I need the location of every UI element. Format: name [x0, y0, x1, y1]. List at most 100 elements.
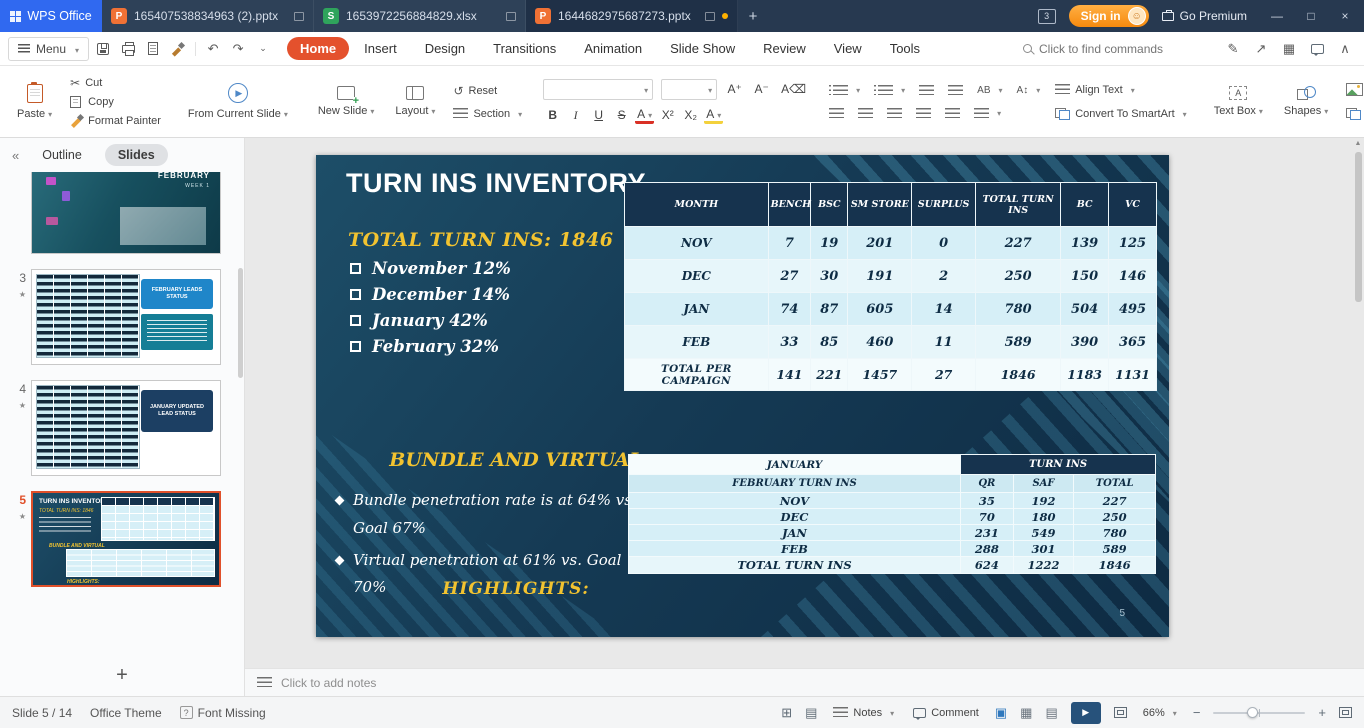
strikethrough-button[interactable]: S [612, 106, 631, 125]
ribbon-tab-animation[interactable]: Animation [571, 37, 655, 60]
distribute-button[interactable] [942, 106, 963, 120]
slide-sorter-view-button[interactable]: ▦ [1020, 705, 1032, 721]
sign-in-button[interactable]: Sign in ☺ [1069, 5, 1149, 27]
convert-to-smartart-button[interactable]: Convert To SmartArt [1052, 106, 1189, 121]
tab-outline[interactable]: Outline [29, 144, 95, 166]
zoom-in-button[interactable]: + [1318, 705, 1326, 720]
slide-5[interactable]: TURN INS INVENTORY TOTAL TURN INS: 1846 … [316, 155, 1169, 637]
ribbon-tab-insert[interactable]: Insert [351, 37, 410, 60]
clear-formatting-button[interactable]: A⌫ [779, 80, 808, 99]
font-size-select[interactable] [661, 79, 717, 100]
bold-button[interactable]: B [543, 106, 562, 125]
layout-button[interactable]: Layout [389, 83, 441, 120]
handout-view-icon[interactable]: ▤ [805, 705, 817, 721]
bundle-virtual-title[interactable]: BUNDLE AND VIRTUAL [366, 449, 666, 471]
total-turn-ins-text[interactable]: TOTAL TURN INS: 1846 [348, 229, 613, 251]
doc-tab[interactable]: S1653972256884829.xlsx [314, 0, 526, 32]
ribbon-tab-transitions[interactable]: Transitions [480, 37, 569, 60]
underline-button[interactable]: U [589, 106, 608, 125]
redo-button[interactable]: ↷ [227, 38, 249, 60]
task-panel-icon[interactable]: ⊞ [781, 705, 792, 721]
fit-to-window-button[interactable] [1339, 707, 1352, 718]
slide-thumbnail[interactable]: 4★ JANUARY UPDATED LEAD STATUS [8, 380, 234, 476]
zoom-level-button[interactable]: 66% [1140, 705, 1180, 720]
increase-indent-button[interactable] [945, 83, 966, 97]
ribbon-tab-home[interactable]: Home [287, 37, 349, 60]
text-box-button[interactable]: A Text Box [1208, 83, 1269, 120]
normal-view-button[interactable]: ▣ [995, 705, 1007, 721]
ribbon-tab-slide-show[interactable]: Slide Show [657, 37, 748, 60]
align-text-button[interactable]: Align Text [1052, 82, 1189, 97]
paste-button[interactable]: Paste [11, 81, 58, 123]
text-direction-button[interactable]: AB [974, 83, 1005, 98]
slide-canvas[interactable]: TURN INS INVENTORY TOTAL TURN INS: 1846 … [245, 138, 1364, 668]
save-button[interactable] [92, 38, 114, 60]
increase-font-size-button[interactable]: A⁺ [725, 80, 744, 99]
collapse-panel-button[interactable]: « [12, 148, 19, 163]
collapse-ribbon-button[interactable]: ∧ [1334, 38, 1356, 60]
wps-home-button[interactable]: WPS Office [0, 0, 102, 32]
print-preview-button[interactable] [142, 38, 164, 60]
font-missing-warning[interactable]: ? Font Missing [180, 706, 266, 720]
decrease-font-size-button[interactable]: A⁻ [752, 80, 771, 99]
slide-thumbnail[interactable]: 2 FEBRUARY WEEK 1 [8, 172, 234, 254]
zoom-out-button[interactable]: − [1193, 705, 1201, 720]
numbering-button[interactable] [871, 83, 908, 98]
ribbon-tab-tools[interactable]: Tools [877, 37, 933, 60]
share-icon[interactable]: ↗ [1250, 38, 1272, 60]
slideshow-play-button[interactable]: ▶ [1071, 702, 1101, 724]
comment-button[interactable]: Comment [910, 705, 982, 720]
zoom-slider-thumb[interactable] [1247, 707, 1258, 718]
copy-button[interactable]: Copy [67, 95, 164, 110]
from-current-slide-button[interactable]: ▶ From Current Slide [182, 80, 294, 123]
align-left-button[interactable] [826, 106, 847, 120]
format-brush-button[interactable] [167, 38, 189, 60]
decrease-indent-button[interactable] [916, 83, 937, 97]
go-premium-button[interactable]: Go Premium [1162, 9, 1247, 23]
text-highlight-button[interactable]: A [704, 107, 723, 124]
notes-toggle-button[interactable]: Notes [830, 705, 897, 720]
apps-grid-icon[interactable]: ▦ [1278, 38, 1300, 60]
minimize-button[interactable]: — [1260, 0, 1294, 32]
slide-thumbnail[interactable]: 5★ TURN INS INVENTORY TOTAL TURN INS: 18… [8, 491, 234, 587]
comment-panel-icon[interactable] [1306, 38, 1328, 60]
align-center-button[interactable] [855, 106, 876, 120]
line-spacing-button[interactable]: A↕ [1014, 83, 1044, 98]
reset-button[interactable]: ↺Reset [450, 82, 525, 99]
bullets-button[interactable] [826, 83, 863, 98]
zoom-slider[interactable] [1213, 712, 1305, 714]
ribbon-tab-view[interactable]: View [821, 37, 875, 60]
font-color-button[interactable]: A [635, 107, 654, 124]
picture-button[interactable]: Picture [1343, 82, 1364, 98]
fit-slide-icon[interactable] [1114, 707, 1127, 718]
new-document-tab-button[interactable]: + [738, 0, 768, 32]
align-right-button[interactable] [884, 106, 905, 120]
section-button[interactable]: Section [450, 106, 525, 121]
open-documents-icon[interactable]: 3 [1038, 9, 1056, 24]
ribbon-tab-design[interactable]: Design [412, 37, 478, 60]
new-slide-button[interactable]: New Slide [312, 83, 381, 120]
print-button[interactable] [117, 38, 139, 60]
tab-slides[interactable]: Slides [105, 144, 168, 166]
italic-button[interactable]: I [566, 106, 585, 125]
theme-name[interactable]: Office Theme [90, 706, 162, 720]
turn-ins-table-object[interactable]: JANUARYTURN INSFEBRUARY TURN INSQRSAFTOT… [628, 454, 1156, 574]
add-slide-button[interactable]: + [107, 660, 137, 690]
format-painter-button[interactable]: Format Painter [67, 113, 164, 129]
undo-button[interactable]: ↶ [202, 38, 224, 60]
slide-title[interactable]: TURN INS INVENTORY [346, 168, 646, 199]
doc-tab[interactable]: P1644682975687273.pptx [526, 0, 738, 32]
superscript-button[interactable]: X² [658, 106, 677, 125]
notes-bar[interactable]: Click to add notes [245, 668, 1364, 696]
ribbon-tab-review[interactable]: Review [750, 37, 819, 60]
shapes-button[interactable]: Shapes [1278, 83, 1334, 120]
highlights-text[interactable]: HIGHLIGHTS: [376, 579, 656, 599]
doc-tab[interactable]: P165407538834963 (2).pptx [102, 0, 314, 32]
reading-view-button[interactable]: ▤ [1045, 705, 1057, 721]
edit-mode-icon[interactable]: ✎ [1222, 38, 1244, 60]
search-input[interactable] [1039, 42, 1194, 56]
subscript-button[interactable]: X₂ [681, 106, 700, 125]
row-spacing-button[interactable] [971, 106, 1004, 121]
command-search[interactable] [1023, 42, 1213, 56]
justify-button[interactable] [913, 106, 934, 120]
